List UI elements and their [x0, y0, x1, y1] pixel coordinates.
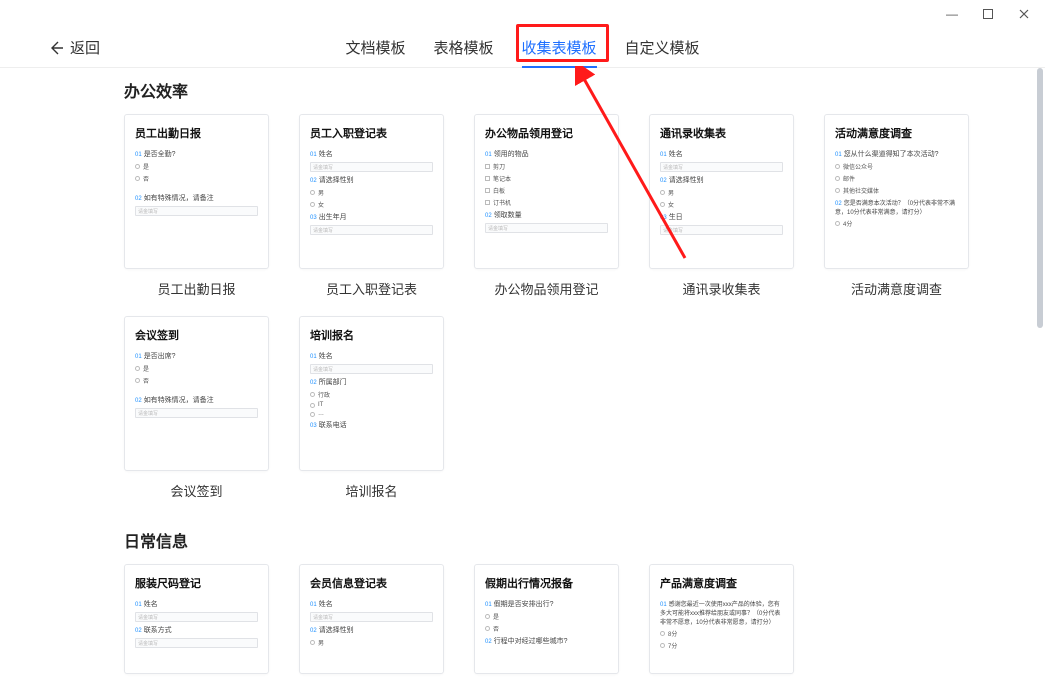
card-content: 01姓名 请金填写 02所属部门 行政 IT … 03联系电话 — [310, 351, 433, 430]
template-name: 员工入职登记表 — [326, 279, 417, 298]
window-close-button[interactable] — [1009, 3, 1039, 25]
template-card: 会员信息登记表 01姓名 请金填写 02请选择性别 男 — [299, 564, 444, 674]
arrow-left-icon — [48, 40, 64, 56]
card-title: 活动满意度调查 — [835, 125, 958, 141]
template-name: 员工出勤日报 — [157, 279, 235, 298]
card-content: 01姓名 请金填写 02请选择性别 男 女 03生日 请金填写 — [660, 149, 783, 235]
template-training-signup[interactable]: 培训报名 01姓名 请金填写 02所属部门 行政 IT … 03联系电话 培训报… — [299, 316, 444, 500]
template-name: 培训报名 — [345, 481, 397, 500]
template-clothing-size[interactable]: 服装尺码登记 01姓名 请金填写 02联系方式 请金填写 — [124, 564, 269, 674]
template-attendance[interactable]: 员工出勤日报 01是否全勤? 是 否 02如有特殊情况，请备注 请金填写 员工出… — [124, 114, 269, 298]
grid-office: 员工出勤日报 01是否全勤? 是 否 02如有特殊情况，请备注 请金填写 员工出… — [124, 114, 985, 500]
template-card: 办公物品领用登记 01领用的物品 剪刀 笔记本 白板 订书机 02领取数量 请金… — [474, 114, 619, 269]
section-title-daily: 日常信息 — [124, 528, 985, 552]
card-title: 办公物品领用登记 — [485, 125, 608, 141]
template-meeting-signin[interactable]: 会议签到 01是否出席? 是 否 02如有特殊情况，请备注 请金填写 会议签到 — [124, 316, 269, 500]
card-content: 01是否全勤? 是 否 02如有特殊情况，请备注 请金填写 — [135, 149, 258, 216]
template-card: 产品满意度调查 01感谢您最近一次使用xxx产品的体验，您有多大可能将xxx推荐… — [649, 564, 794, 674]
tab-document-templates[interactable]: 文档模板 — [345, 28, 405, 68]
template-card: 员工入职登记表 01姓名 请金填写 02请选择性别 男 女 03出生年月 请金填… — [299, 114, 444, 269]
card-title: 员工入职登记表 — [310, 125, 433, 141]
tab-custom-templates[interactable]: 自定义模板 — [625, 28, 700, 68]
window-maximize-button[interactable] — [973, 3, 1003, 25]
card-title: 通讯录收集表 — [660, 125, 783, 141]
close-icon — [1018, 8, 1030, 20]
template-contacts[interactable]: 通讯录收集表 01姓名 请金填写 02请选择性别 男 女 03生日 请金填写 通… — [649, 114, 794, 298]
card-title: 服装尺码登记 — [135, 575, 258, 591]
template-card: 会议签到 01是否出席? 是 否 02如有特殊情况，请备注 请金填写 — [124, 316, 269, 471]
section-title-office: 办公效率 — [124, 78, 985, 102]
vertical-scrollbar[interactable] — [1037, 68, 1043, 628]
card-content: 01姓名 请金填写 02请选择性别 男 — [310, 599, 433, 647]
template-card: 活动满意度调查 01您从什么渠道得知了本次活动? 微信公众号 邮件 其他社交媒体… — [824, 114, 969, 269]
card-title: 会议签到 — [135, 327, 258, 343]
window-titlebar: — — [0, 0, 1045, 28]
template-supplies[interactable]: 办公物品领用登记 01领用的物品 剪刀 笔记本 白板 订书机 02领取数量 请金… — [474, 114, 619, 298]
scrollbar-thumb[interactable] — [1037, 68, 1043, 328]
card-content: 01姓名 请金填写 02联系方式 请金填写 — [135, 599, 258, 648]
template-event-satisfaction[interactable]: 活动满意度调查 01您从什么渠道得知了本次活动? 微信公众号 邮件 其他社交媒体… — [824, 114, 969, 298]
template-card: 假期出行情况报备 01假期是否安排出行? 是 否 02行程中对经过哪些城市? — [474, 564, 619, 674]
back-button[interactable]: 返回 — [48, 37, 100, 58]
card-title: 培训报名 — [310, 327, 433, 343]
template-card: 服装尺码登记 01姓名 请金填写 02联系方式 请金填写 — [124, 564, 269, 674]
template-card: 通讯录收集表 01姓名 请金填写 02请选择性别 男 女 03生日 请金填写 — [649, 114, 794, 269]
template-product-satisfaction[interactable]: 产品满意度调查 01感谢您最近一次使用xxx产品的体验，您有多大可能将xxx推荐… — [649, 564, 794, 674]
template-name: 通讯录收集表 — [682, 279, 760, 298]
tab-form-templates[interactable]: 收集表模板 — [522, 28, 597, 68]
card-title: 员工出勤日报 — [135, 125, 258, 141]
template-name: 办公物品领用登记 — [494, 279, 598, 298]
template-onboarding[interactable]: 员工入职登记表 01姓名 请金填写 02请选择性别 男 女 03出生年月 请金填… — [299, 114, 444, 298]
maximize-icon — [982, 8, 994, 20]
template-holiday-travel[interactable]: 假期出行情况报备 01假期是否安排出行? 是 否 02行程中对经过哪些城市? — [474, 564, 619, 674]
template-name: 活动满意度调查 — [851, 279, 942, 298]
template-card: 培训报名 01姓名 请金填写 02所属部门 行政 IT … 03联系电话 — [299, 316, 444, 471]
tabs: 文档模板 表格模板 收集表模板 自定义模板 — [345, 28, 699, 68]
page-body[interactable]: 办公效率 员工出勤日报 01是否全勤? 是 否 02如有特殊情况，请备注 请金填… — [0, 68, 1045, 700]
template-member-info[interactable]: 会员信息登记表 01姓名 请金填写 02请选择性别 男 — [299, 564, 444, 674]
card-content: 01假期是否安排出行? 是 否 02行程中对经过哪些城市? — [485, 599, 608, 646]
back-label: 返回 — [70, 37, 100, 58]
card-content: 01您从什么渠道得知了本次活动? 微信公众号 邮件 其他社交媒体 02您是否满意… — [835, 149, 958, 228]
grid-daily: 服装尺码登记 01姓名 请金填写 02联系方式 请金填写 会员信息登记表 01姓… — [124, 564, 985, 674]
window-minimize-button[interactable]: — — [937, 3, 967, 25]
card-content: 01领用的物品 剪刀 笔记本 白板 订书机 02领取数量 请金填写 — [485, 149, 608, 233]
card-title: 会员信息登记表 — [310, 575, 433, 591]
card-content: 01姓名 请金填写 02请选择性别 男 女 03出生年月 请金填写 — [310, 149, 433, 235]
card-content: 01感谢您最近一次使用xxx产品的体验，您有多大可能将xxx推荐给朋友或同事？（… — [660, 599, 783, 650]
template-card: 员工出勤日报 01是否全勤? 是 否 02如有特殊情况，请备注 请金填写 — [124, 114, 269, 269]
tab-sheet-templates[interactable]: 表格模板 — [433, 28, 493, 68]
header: 返回 文档模板 表格模板 收集表模板 自定义模板 — [0, 28, 1045, 68]
card-title: 假期出行情况报备 — [485, 575, 608, 591]
card-content: 01是否出席? 是 否 02如有特殊情况，请备注 请金填写 — [135, 351, 258, 418]
card-title: 产品满意度调查 — [660, 575, 783, 591]
template-name: 会议签到 — [170, 481, 222, 500]
